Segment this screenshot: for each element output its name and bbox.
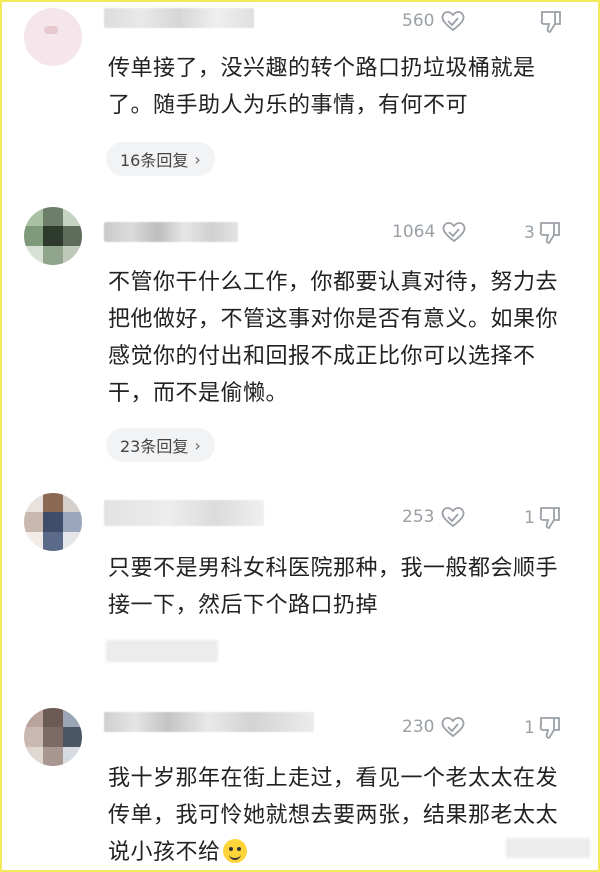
dislike-count: 1	[524, 718, 535, 738]
like-count: 253	[402, 507, 435, 527]
replies-button[interactable]: 23条回复 ›	[106, 428, 215, 462]
comment-text: 我十岁那年在街上走过，看见一个老太太在发传单，我可怜她就想去要两张，结果那老太太…	[108, 760, 568, 871]
username-blurred[interactable]	[104, 500, 264, 526]
avatar[interactable]	[24, 493, 82, 551]
like-count: 1064	[392, 222, 436, 242]
heart-icon	[442, 222, 466, 243]
username-blurred[interactable]	[104, 712, 314, 732]
username-blurred[interactable]	[104, 8, 254, 28]
blurred-content	[506, 838, 590, 858]
dislike-button[interactable]: 3	[524, 221, 561, 245]
thumbs-down-icon	[539, 717, 560, 739]
dislike-count: 1	[524, 508, 535, 528]
like-count: 560	[402, 11, 435, 31]
comment-text: 传单接了，没兴趣的转个路口扔垃圾桶就是了。随手助人为乐的事情，有何不可	[108, 56, 536, 118]
like-button[interactable]: 253	[402, 506, 466, 528]
like-button[interactable]: 1064	[392, 221, 467, 243]
like-count: 230	[402, 717, 435, 737]
thumbs-down-icon	[540, 11, 561, 33]
blurred-content	[106, 640, 218, 662]
dislike-button[interactable]: 1	[524, 506, 561, 530]
comment-text-content: 我十岁那年在街上走过，看见一个老太太在发传单，我可怜她就想去要两张，结果那老太太…	[108, 766, 559, 865]
smile-emoji-icon	[222, 839, 247, 863]
thumbs-down-icon	[539, 507, 560, 529]
chevron-right-icon: ›	[194, 149, 201, 169]
like-button[interactable]: 230	[402, 716, 466, 738]
dislike-button[interactable]: 1	[524, 716, 561, 740]
chevron-right-icon: ›	[194, 435, 201, 455]
replies-label: 16条回复	[120, 151, 189, 170]
dislike-button[interactable]	[540, 10, 562, 34]
replies-label: 23条回复	[120, 437, 189, 456]
comment-text: 只要不是男科女科医院那种，我一般都会顺手接一下，然后下个路口扔掉	[108, 556, 559, 618]
thumbs-down-icon	[539, 222, 560, 244]
heart-icon	[442, 507, 465, 528]
username-blurred[interactable]	[104, 222, 238, 242]
dislike-count: 3	[524, 223, 535, 243]
like-button[interactable]: 560	[402, 10, 466, 32]
image-frame	[0, 0, 600, 872]
avatar[interactable]	[24, 207, 82, 265]
heart-icon	[442, 717, 465, 738]
heart-icon	[442, 11, 465, 32]
avatar[interactable]	[24, 8, 82, 66]
comment-text: 不管你干什么工作，你都要认真对待，努力去把他做好，不管这事对你是否有意义。如果你…	[108, 270, 559, 406]
replies-button[interactable]: 16条回复 ›	[106, 142, 215, 176]
avatar[interactable]	[24, 708, 82, 766]
